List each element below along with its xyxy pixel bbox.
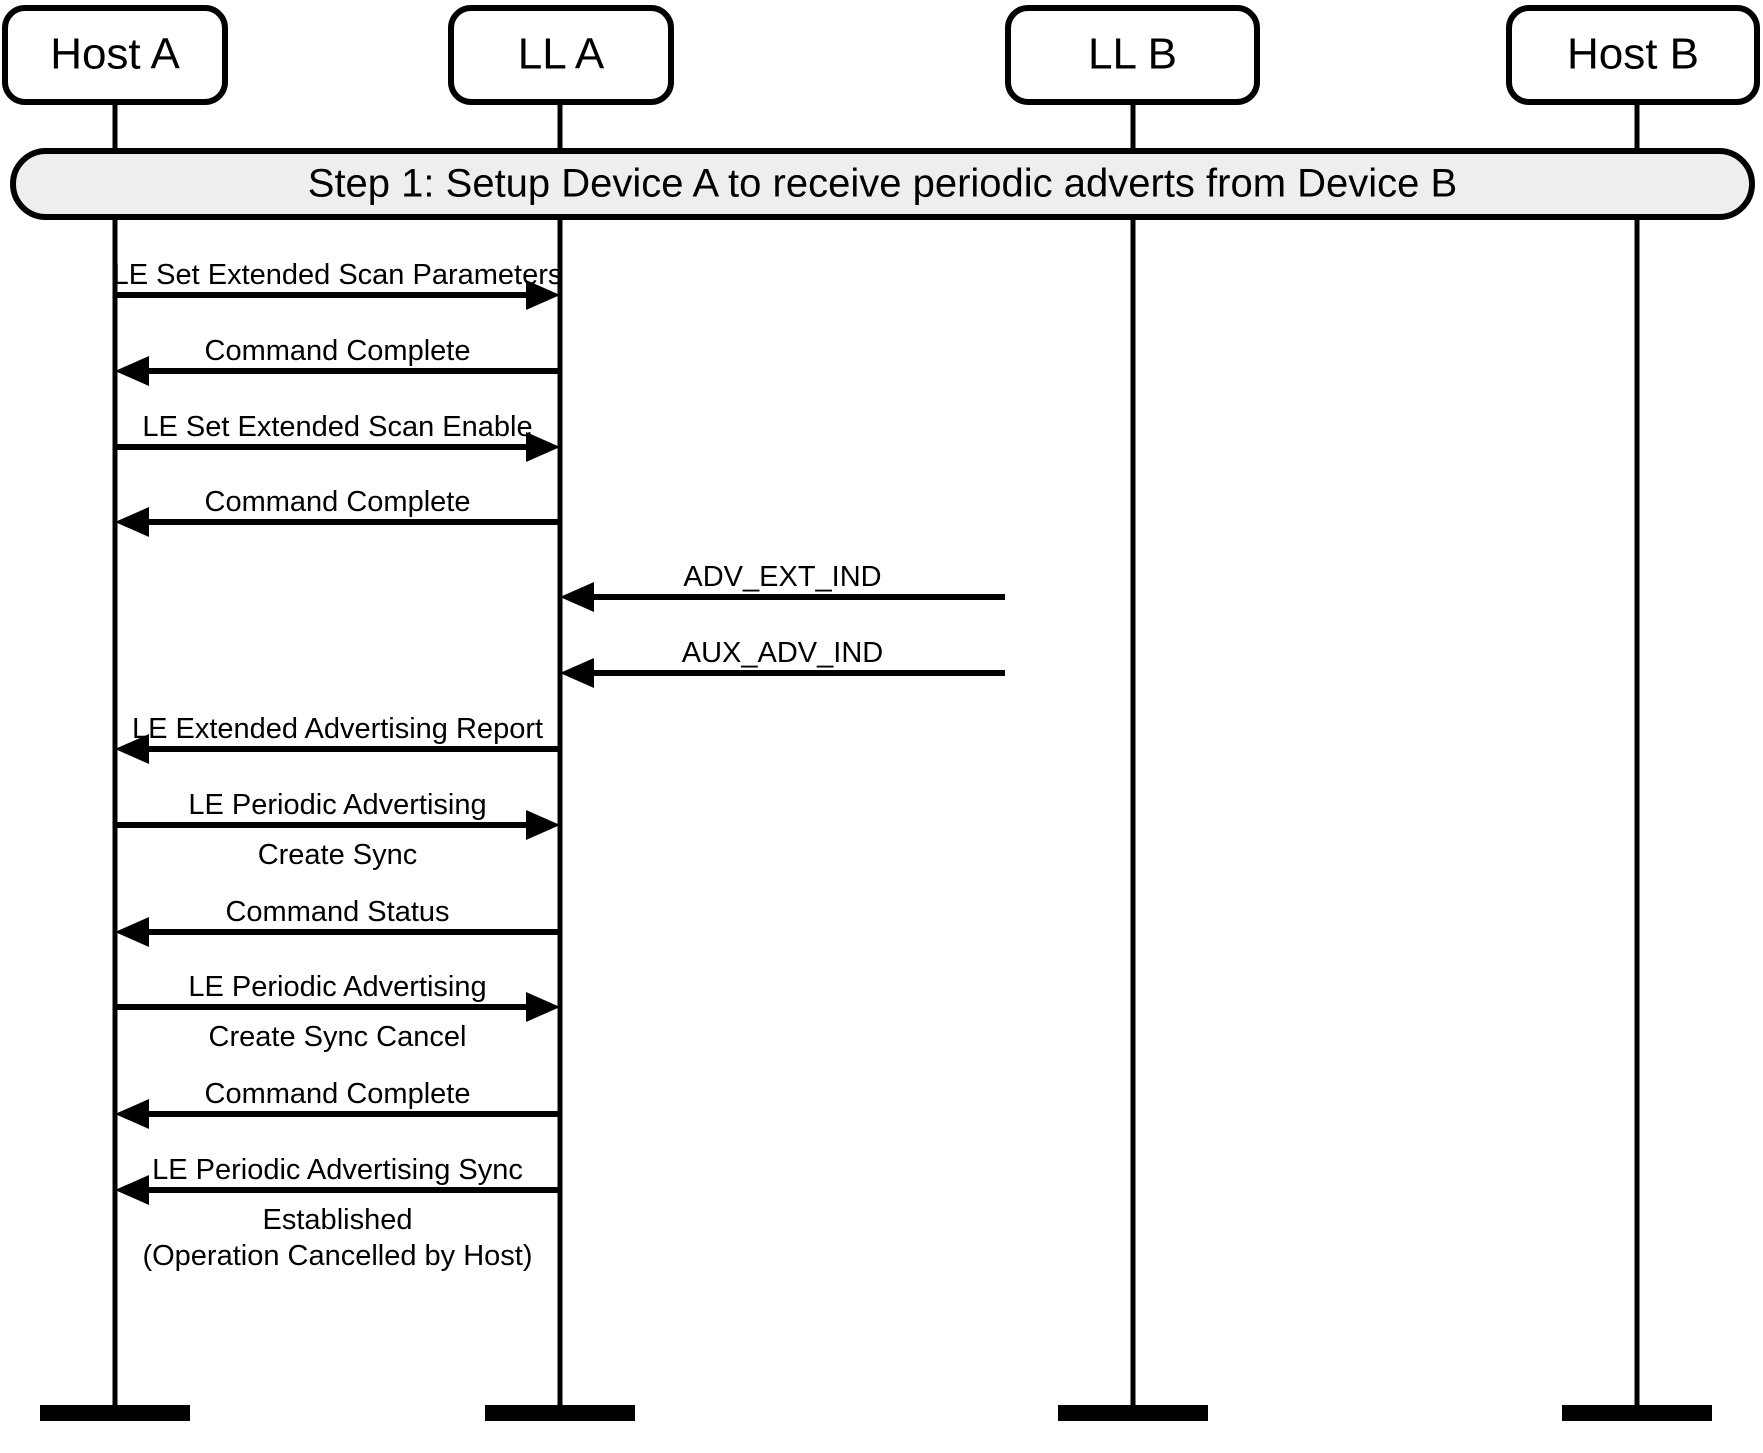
sequence-diagram: Step 1: Setup Device A to receive period…: [0, 0, 1763, 1453]
message-arrowhead-aux-adv-ind: [560, 658, 594, 688]
message-command-complete-3[interactable]: Command Complete: [115, 1078, 560, 1129]
participant-box-ll-b[interactable]: LL B: [1005, 5, 1260, 105]
message-le-set-extended-scan-parameters[interactable]: LE Set Extended Scan Parameters: [113, 259, 563, 310]
message-label-le-periodic-advertising-sync-established-line-0: LE Periodic Advertising Sync: [152, 1154, 523, 1186]
message-le-periodic-advertising-create-sync-cancel[interactable]: LE Periodic Advertising Create Sync Cance…: [115, 971, 560, 1053]
participant-label-host-a: Host A: [50, 30, 180, 79]
message-label-le-set-extended-scan-parameters-line-0: LE Set Extended Scan Parameters: [113, 259, 563, 291]
message-le-extended-advertising-report[interactable]: LE Extended Advertising Report: [115, 713, 560, 764]
message-label-le-extended-advertising-report-line-0: LE Extended Advertising Report: [132, 713, 543, 745]
step-banner-label: Step 1: Setup Device A to receive period…: [308, 162, 1457, 206]
message-label-le-periodic-advertising-create-sync-cancel-line-0: LE Periodic Advertising: [188, 971, 486, 1003]
message-command-complete-1[interactable]: Command Complete: [115, 335, 560, 386]
message-adv-ext-ind[interactable]: ADV_EXT_IND: [560, 561, 1005, 612]
step-banner: Step 1: Setup Device A to receive period…: [10, 148, 1755, 220]
participant-box-host-b[interactable]: Host B: [1506, 5, 1760, 105]
message-arrowhead-command-complete-2: [115, 507, 149, 537]
message-label-le-periodic-advertising-sync-established-line-2: (Operation Cancelled by Host): [142, 1240, 532, 1272]
message-label-le-periodic-advertising-create-sync-line-1: Create Sync: [258, 839, 418, 871]
message-arrowhead-command-complete-1: [115, 356, 149, 386]
participant-label-host-b: Host B: [1567, 30, 1699, 79]
message-label-command-complete-1-line-0: Command Complete: [205, 335, 471, 367]
participant-box-host-a[interactable]: Host A: [2, 5, 228, 105]
message-label-command-status-line-0: Command Status: [225, 896, 449, 928]
message-arrowhead-command-complete-3: [115, 1099, 149, 1129]
participant-label-ll-b: LL B: [1088, 30, 1177, 79]
message-aux-adv-ind[interactable]: AUX_ADV_IND: [560, 637, 1005, 688]
message-le-set-extended-scan-enable[interactable]: LE Set Extended Scan Enable: [115, 411, 560, 462]
message-le-periodic-advertising-create-sync[interactable]: LE Periodic Advertising Create Sync: [115, 789, 560, 871]
message-label-le-periodic-advertising-create-sync-line-0: LE Periodic Advertising: [188, 789, 486, 821]
message-le-periodic-advertising-sync-established[interactable]: LE Periodic Advertising Sync Established (…: [115, 1154, 560, 1272]
message-label-command-complete-3-line-0: Command Complete: [205, 1078, 471, 1110]
sequence-diagram-canvas: Step 1: Setup Device A to receive period…: [2, 5, 1760, 1421]
message-arrowhead-le-periodic-advertising-create-sync: [526, 810, 560, 840]
participant-boxes-layer: Host A LL A LL B Host B: [2, 5, 1760, 105]
message-label-le-set-extended-scan-enable-line-0: LE Set Extended Scan Enable: [142, 411, 532, 443]
message-command-status[interactable]: Command Status: [115, 896, 560, 947]
message-arrowhead-command-status: [115, 917, 149, 947]
message-label-le-periodic-advertising-create-sync-cancel-line-1: Create Sync Cancel: [209, 1021, 467, 1053]
message-arrowhead-le-periodic-advertising-sync-established: [115, 1175, 149, 1205]
message-arrowhead-adv-ext-ind: [560, 582, 594, 612]
message-label-aux-adv-ind-line-0: AUX_ADV_IND: [682, 637, 883, 669]
message-command-complete-2[interactable]: Command Complete: [115, 486, 560, 537]
message-label-adv-ext-ind-line-0: ADV_EXT_IND: [683, 561, 881, 593]
participant-box-ll-a[interactable]: LL A: [448, 5, 674, 105]
message-label-command-complete-2-line-0: Command Complete: [205, 486, 471, 518]
message-label-le-periodic-advertising-sync-established-line-1: Established: [263, 1204, 413, 1236]
message-arrowhead-le-periodic-advertising-create-sync-cancel: [526, 992, 560, 1022]
step-banner-layer: Step 1: Setup Device A to receive period…: [10, 148, 1755, 220]
participant-label-ll-a: LL A: [518, 30, 605, 79]
